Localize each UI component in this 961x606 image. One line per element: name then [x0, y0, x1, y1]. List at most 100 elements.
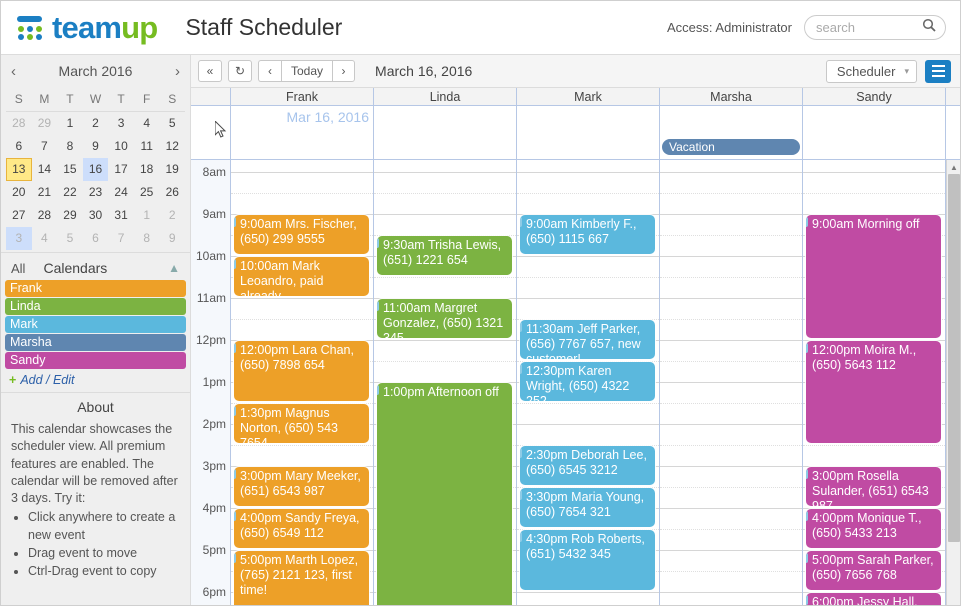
- calendar-event[interactable]: 3:00pm Mary Meeker, (651) 6543 987: [234, 467, 369, 506]
- add-edit-calendars-link[interactable]: + Add / Edit: [1, 370, 190, 392]
- minical-day-16[interactable]: 16: [82, 158, 109, 181]
- column-header-frank[interactable]: Frank: [231, 88, 374, 105]
- minical-day-21[interactable]: 21: [32, 181, 58, 204]
- minical-day-22[interactable]: 22: [57, 181, 83, 204]
- calendar-item-linda[interactable]: Linda: [5, 298, 186, 315]
- event-drag-handle[interactable]: [377, 238, 379, 248]
- minical-day-14[interactable]: 14: [32, 158, 58, 181]
- minical-day-11[interactable]: 11: [134, 135, 160, 158]
- calendar-event[interactable]: 4:30pm Rob Roberts, (651) 5432 345: [520, 530, 655, 590]
- refresh-button[interactable]: ↻: [228, 60, 252, 82]
- event-drag-handle[interactable]: [806, 343, 808, 353]
- event-drag-handle[interactable]: [806, 553, 808, 563]
- next-day-button[interactable]: ›: [332, 60, 356, 82]
- today-button[interactable]: Today: [281, 60, 333, 82]
- event-drag-handle[interactable]: [806, 595, 808, 605]
- minical-day-13[interactable]: 13: [6, 158, 32, 181]
- event-drag-handle[interactable]: [234, 217, 236, 227]
- search-icon[interactable]: [922, 18, 936, 37]
- event-drag-handle[interactable]: [520, 322, 522, 332]
- minical-day-17[interactable]: 17: [108, 158, 134, 181]
- minical-day-12[interactable]: 12: [159, 135, 185, 158]
- chevron-up-icon[interactable]: ▲: [168, 261, 180, 275]
- calendar-event[interactable]: 12:00pm Moira M., (650) 5643 112: [806, 341, 941, 443]
- day-column-frank[interactable]: 9:00am Mrs. Fischer, (650) 299 9555 10:00…: [231, 160, 374, 605]
- calendar-event[interactable]: 1:30pm Magnus Norton, (650) 543 7654: [234, 404, 369, 443]
- column-header-linda[interactable]: Linda: [374, 88, 517, 105]
- event-drag-handle[interactable]: [520, 364, 522, 374]
- view-selector[interactable]: Scheduler ▾: [825, 59, 917, 83]
- minical-day-28[interactable]: 28: [32, 204, 58, 227]
- calendar-event[interactable]: 1:00pm Afternoon off: [377, 383, 512, 605]
- event-drag-handle[interactable]: [520, 448, 522, 458]
- minical-day-1[interactable]: 1: [134, 204, 160, 227]
- calendar-item-mark[interactable]: Mark: [5, 316, 186, 333]
- day-column-marsha[interactable]: [660, 160, 803, 605]
- scrollbar-thumb[interactable]: [948, 174, 960, 542]
- minical-day-29[interactable]: 29: [32, 112, 58, 135]
- minical-day-27[interactable]: 27: [6, 204, 32, 227]
- minical-day-9[interactable]: 9: [159, 227, 185, 250]
- minical-day-7[interactable]: 7: [108, 227, 134, 250]
- event-drag-handle[interactable]: [806, 469, 808, 479]
- brand-logo[interactable]: teamup: [15, 12, 158, 44]
- minical-day-2[interactable]: 2: [159, 204, 185, 227]
- calendar-event[interactable]: 12:30pm Karen Wright, (650) 4322 252: [520, 362, 655, 401]
- event-drag-handle[interactable]: [234, 406, 236, 416]
- calendar-event[interactable]: 4:00pm Monique T., (650) 5433 213: [806, 509, 941, 548]
- minical-day-9[interactable]: 9: [83, 135, 109, 158]
- day-column-sandy[interactable]: 9:00am Morning off 12:00pm Moira M., (650…: [803, 160, 946, 605]
- all-day-cell-linda[interactable]: [374, 106, 517, 159]
- minical-day-1[interactable]: 1: [57, 112, 83, 135]
- event-drag-handle[interactable]: [520, 217, 522, 227]
- minical-day-24[interactable]: 24: [108, 181, 134, 204]
- event-drag-handle[interactable]: [234, 553, 236, 563]
- minical-day-6[interactable]: 6: [83, 227, 109, 250]
- minical-day-20[interactable]: 20: [6, 181, 32, 204]
- all-day-cell-sandy[interactable]: [803, 106, 946, 159]
- hamburger-menu-icon[interactable]: [925, 59, 951, 83]
- minical-day-19[interactable]: 19: [159, 158, 185, 181]
- calendars-all-toggle[interactable]: All: [11, 261, 25, 276]
- event-drag-handle[interactable]: [520, 490, 522, 500]
- column-header-sandy[interactable]: Sandy: [803, 88, 946, 105]
- all-day-cell-frank[interactable]: Mar 16, 2016: [231, 106, 374, 159]
- calendar-item-sandy[interactable]: Sandy: [5, 352, 186, 369]
- scroll-up-arrow-icon[interactable]: ▲: [947, 160, 960, 174]
- column-header-marsha[interactable]: Marsha: [660, 88, 803, 105]
- vertical-scrollbar[interactable]: ▲: [946, 160, 960, 605]
- minical-day-2[interactable]: 2: [83, 112, 109, 135]
- minical-day-15[interactable]: 15: [57, 158, 83, 181]
- event-drag-handle[interactable]: [520, 532, 522, 542]
- calendar-event[interactable]: 9:30am Trisha Lewis, (651) 1221 654: [377, 236, 512, 275]
- all-day-cell-marsha[interactable]: Vacation: [660, 106, 803, 159]
- day-column-mark[interactable]: 9:00am Kimberly F., (650) 1115 667 11:30a…: [517, 160, 660, 605]
- minical-day-30[interactable]: 30: [83, 204, 109, 227]
- calendar-event[interactable]: 2:30pm Deborah Lee, (650) 6545 3212: [520, 446, 655, 485]
- calendar-event[interactable]: 9:00am Kimberly F., (650) 1115 667: [520, 215, 655, 254]
- calendar-item-marsha[interactable]: Marsha: [5, 334, 186, 351]
- minical-day-7[interactable]: 7: [32, 135, 58, 158]
- calendar-event[interactable]: 3:30pm Maria Young, (650) 7654 321: [520, 488, 655, 527]
- calendar-event[interactable]: 4:00pm Sandy Freya, (650) 6549 112: [234, 509, 369, 548]
- calendar-event[interactable]: 10:00am Mark Leoandro, paid already: [234, 257, 369, 296]
- minical-day-4[interactable]: 4: [134, 112, 160, 135]
- calendar-event[interactable]: 9:00am Mrs. Fischer, (650) 299 9555: [234, 215, 369, 254]
- search-input[interactable]: [814, 19, 914, 36]
- all-day-event[interactable]: Vacation: [662, 139, 800, 155]
- calendar-event[interactable]: 9:00am Morning off: [806, 215, 941, 338]
- calendar-event[interactable]: 5:00pm Marth Lopez, (765) 2121 123, firs…: [234, 551, 369, 605]
- event-drag-handle[interactable]: [806, 217, 808, 227]
- minical-day-5[interactable]: 5: [57, 227, 83, 250]
- event-drag-handle[interactable]: [377, 301, 379, 311]
- minical-day-6[interactable]: 6: [6, 135, 32, 158]
- calendar-event[interactable]: 5:00pm Sarah Parker, (650) 7656 768: [806, 551, 941, 590]
- minical-day-28[interactable]: 28: [6, 112, 32, 135]
- minical-day-3[interactable]: 3: [6, 227, 32, 250]
- collapse-sidebar-button[interactable]: «: [198, 60, 222, 82]
- day-column-linda[interactable]: 9:30am Trisha Lewis, (651) 1221 654 11:00…: [374, 160, 517, 605]
- previous-day-button[interactable]: ‹: [258, 60, 281, 82]
- minical-day-25[interactable]: 25: [134, 181, 160, 204]
- calendar-event[interactable]: 3:00pm Rosella Sulander, (651) 6543 987: [806, 467, 941, 506]
- search-box[interactable]: [804, 15, 946, 40]
